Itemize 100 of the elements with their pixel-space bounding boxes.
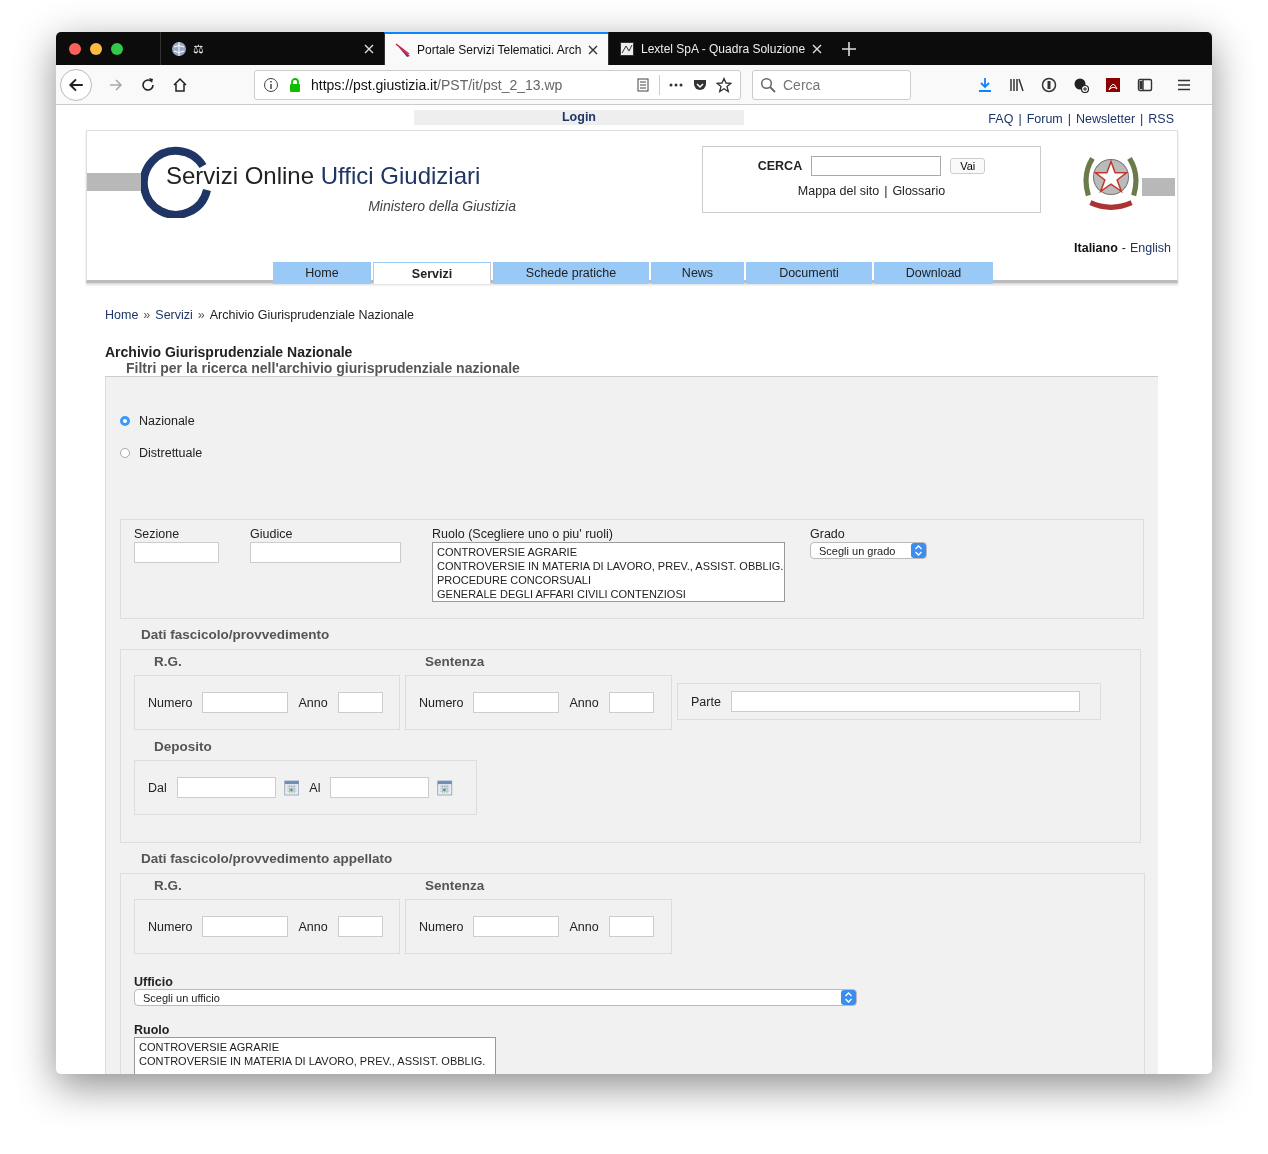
field-label: Parte bbox=[691, 694, 721, 709]
top-link[interactable]: RSS bbox=[1148, 112, 1174, 126]
input-field[interactable] bbox=[473, 916, 560, 937]
bookmark-star-icon[interactable] bbox=[716, 76, 732, 93]
field-label: Anno bbox=[298, 695, 328, 710]
field-label: Anno bbox=[569, 695, 599, 710]
date-field[interactable] bbox=[330, 777, 430, 798]
group-legend: Sentenza bbox=[405, 878, 672, 899]
input-field[interactable] bbox=[337, 916, 383, 937]
search-panel-link[interactable]: Mappa del sito bbox=[797, 184, 880, 198]
language-link[interactable]: English bbox=[1130, 241, 1171, 256]
circle-badge-icon[interactable] bbox=[1041, 76, 1057, 93]
list-option[interactable]: CONTROVERSIE AGRARIE bbox=[139, 1040, 491, 1054]
radio-button[interactable] bbox=[120, 448, 130, 458]
link-separator: | bbox=[1018, 112, 1022, 126]
header-bar bbox=[1142, 178, 1175, 196]
field-label: Al bbox=[309, 780, 321, 795]
list-option[interactable]: GENERALE DEGLI AFFARI CIVILI CONTENZIOSI bbox=[437, 587, 780, 601]
field-label: Numero bbox=[419, 695, 464, 710]
quill-icon bbox=[395, 41, 411, 58]
window-minimize-button[interactable] bbox=[90, 42, 102, 55]
input-field[interactable] bbox=[608, 916, 654, 937]
list-option[interactable]: CONTROVERSIE AGRARIE bbox=[437, 545, 780, 559]
reload-icon[interactable] bbox=[140, 76, 156, 93]
window-close-button[interactable] bbox=[69, 42, 81, 55]
link-separator: | bbox=[884, 184, 888, 198]
new-tab-icon[interactable] bbox=[842, 41, 856, 56]
stepper-arrows-icon bbox=[841, 990, 856, 1005]
input-field[interactable] bbox=[134, 542, 219, 563]
select-dropdown[interactable]: Scegli un grado bbox=[810, 542, 927, 559]
language-separator: - bbox=[1121, 241, 1126, 256]
field-label: Numero bbox=[148, 695, 193, 710]
field-label: Ruolo bbox=[134, 1023, 170, 1037]
input-field[interactable] bbox=[202, 916, 289, 937]
breadcrumb-link[interactable]: Home bbox=[105, 308, 139, 324]
download-icon[interactable] bbox=[977, 76, 993, 93]
radio-button[interactable] bbox=[120, 416, 130, 426]
info-icon[interactable] bbox=[263, 76, 279, 93]
search-panel-link[interactable]: Glossario bbox=[892, 184, 946, 198]
date-field[interactable] bbox=[176, 777, 276, 798]
filters-legend: Filtri per la ricerca nell'archivio giurisprudenziale nazionale bbox=[105, 360, 1158, 376]
role-listbox[interactable]: CONTROVERSIE AGRARIE CONTROVERSIE IN MATERIA DI LAVORO, PREV., ASSIST. OBBLIG. PROCEDURE CONCORSUALI GENERALE DEGLI AFFARI CIVILI CONTENZIOSI bbox=[432, 542, 785, 602]
top-link[interactable]: FAQ bbox=[988, 112, 1014, 126]
login-link[interactable]: Login bbox=[414, 110, 744, 125]
close-tab-icon[interactable] bbox=[588, 44, 598, 55]
breadcrumb-link[interactable]: Servizi bbox=[155, 308, 193, 324]
sidebar-icon[interactable] bbox=[1137, 76, 1153, 93]
home-icon[interactable] bbox=[172, 76, 188, 93]
field-label: Grado bbox=[810, 527, 846, 541]
input-field[interactable] bbox=[250, 542, 401, 563]
section-legend: Dati fascicolo/provvedimento bbox=[120, 627, 1144, 643]
header-bar bbox=[87, 173, 143, 191]
nav-tab[interactable]: Download bbox=[874, 262, 993, 284]
page-title: Archivio Giurisprudenziale Nazionale bbox=[105, 344, 354, 360]
pdf-icon[interactable] bbox=[1105, 76, 1121, 93]
nav-tab[interactable]: Schede pratiche bbox=[493, 262, 649, 284]
calendar-icon[interactable] bbox=[437, 777, 453, 798]
field-label: Giudice bbox=[250, 527, 294, 541]
forward-icon[interactable] bbox=[108, 76, 124, 93]
field-label: Anno bbox=[298, 919, 328, 934]
browser-search-field[interactable]: Cerca bbox=[752, 69, 911, 100]
site-search-field[interactable] bbox=[811, 156, 942, 176]
nav-tab[interactable]: Documenti bbox=[746, 262, 872, 284]
input-field[interactable] bbox=[202, 692, 289, 713]
group-legend: R.G. bbox=[134, 878, 400, 899]
group-legend: R.G. bbox=[134, 654, 400, 675]
input-field[interactable] bbox=[473, 692, 560, 713]
reader-view-icon[interactable] bbox=[635, 76, 651, 93]
field-label: Numero bbox=[148, 919, 193, 934]
extension-icon[interactable] bbox=[1073, 76, 1089, 93]
list-option[interactable]: PROCEDURE CONCORSUALI bbox=[437, 573, 780, 587]
field-label: Anno bbox=[569, 919, 599, 934]
top-link[interactable]: Newsletter bbox=[1076, 112, 1136, 126]
back-button[interactable] bbox=[60, 68, 92, 101]
nav-tab[interactable]: Home bbox=[273, 262, 371, 284]
url-text: https://pst.giustizia.it/PST/it/pst_2_13.wp bbox=[311, 76, 564, 93]
input-field[interactable] bbox=[608, 692, 654, 713]
top-link[interactable]: Forum bbox=[1026, 112, 1063, 126]
list-option[interactable]: CONTROVERSIE IN MATERIA DI LAVORO, PREV., ASSIST. OBBLIG. bbox=[139, 1054, 491, 1068]
nav-tab[interactable]: News bbox=[651, 262, 744, 284]
breadcrumb-separator: » bbox=[197, 308, 205, 324]
search-button[interactable]: Vai bbox=[950, 158, 986, 174]
nav-tab[interactable]: Servizi bbox=[373, 262, 491, 284]
breadcrumb-current: Archivio Giurisprudenziale Nazionale bbox=[209, 308, 415, 324]
select-dropdown[interactable]: Scegli un ufficio bbox=[134, 989, 857, 1006]
role-listbox[interactable]: CONTROVERSIE AGRARIE CONTROVERSIE IN MATERIA DI LAVORO, PREV., ASSIST. OBBLIG. bbox=[134, 1037, 496, 1074]
stepper-arrows-icon bbox=[911, 543, 926, 558]
radio-label: Nazionale bbox=[139, 414, 195, 428]
calendar-icon[interactable] bbox=[283, 777, 300, 798]
input-field[interactable] bbox=[730, 691, 1080, 712]
group-legend: Sentenza bbox=[405, 654, 672, 675]
link-separator: | bbox=[1140, 112, 1144, 126]
library-icon[interactable] bbox=[1009, 76, 1025, 93]
address-bar[interactable]: https://pst.giustizia.it/PST/it/pst_2_13.wp bbox=[254, 69, 741, 100]
section-legend: Dati fascicolo/provvedimento appellato bbox=[120, 851, 1144, 867]
breadcrumb-separator: » bbox=[143, 308, 151, 324]
input-field[interactable] bbox=[337, 692, 383, 713]
language-link[interactable]: Italiano bbox=[1074, 241, 1118, 256]
window-zoom-button[interactable] bbox=[111, 42, 123, 55]
field-label: Numero bbox=[419, 919, 464, 934]
